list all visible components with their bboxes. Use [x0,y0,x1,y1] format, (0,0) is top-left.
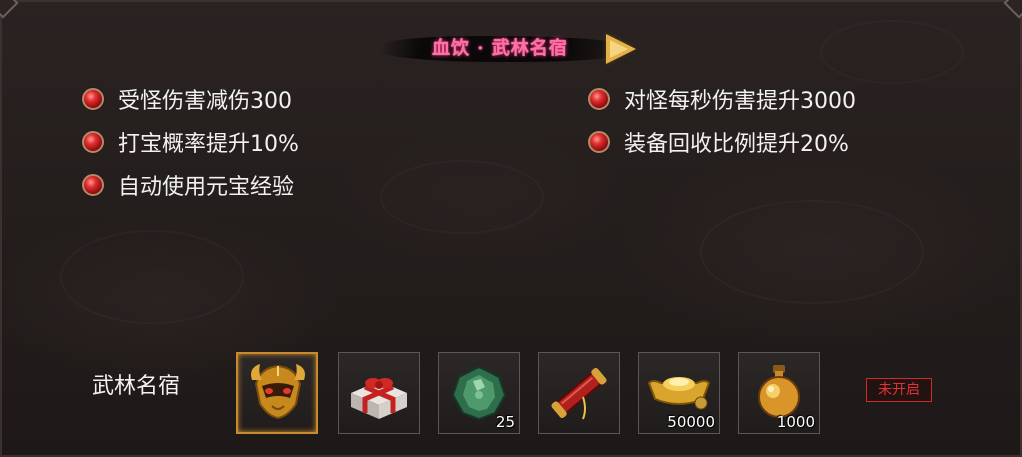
panel-title: 血饮 · 武林名宿 [432,38,568,59]
corner-ornament [1003,0,1022,19]
reward-slot[interactable]: 25 [438,352,520,434]
item-quantity: 25 [495,413,515,431]
red-orb-icon [588,88,610,110]
bonus-item: 打宝概率提升10% [82,127,299,157]
bonus-item: 对怪每秒伤害提升3000 [588,84,856,114]
background-swirl [380,160,544,234]
reward-slot[interactable]: 1000 [738,352,820,434]
background-swirl [820,20,964,84]
title-banner: 血饮 · 武林名宿 [370,22,670,76]
item-quantity: 50000 [667,413,715,431]
bonus-item: 自动使用元宝经验 [82,170,294,200]
arrow-highlight [610,40,628,58]
background-swirl [700,200,924,304]
reward-slot[interactable] [338,352,420,434]
status-badge: 未开启 [866,378,932,402]
bonus-label: 自动使用元宝经验 [118,175,295,200]
corner-ornament [0,0,19,19]
bonus-label: 装备回收比例提升20% [624,132,849,157]
bonus-label: 受怪伤害减伤300 [118,89,292,114]
red-orb-icon [82,88,104,110]
red-orb-icon [82,174,104,196]
background-swirl [60,230,244,324]
bonus-item: 装备回收比例提升20% [588,127,849,157]
bonus-label: 对怪每秒伤害提升3000 [624,89,856,114]
bonus-item: 受怪伤害减伤300 [82,84,292,114]
gift-box-icon [351,378,407,419]
item-quantity: 1000 [776,413,815,431]
reward-slot[interactable]: 50000 [638,352,720,434]
reward-panel: 血饮 · 武林名宿 受怪伤害减伤300 打宝概率提升10% 自动使用元宝经验 对… [0,0,1022,457]
reward-slot[interactable] [538,352,620,434]
reward-tier-label: 武林名宿 [92,374,181,399]
red-orb-icon [82,131,104,153]
reward-slot[interactable] [236,352,318,434]
golden-mask-icon [251,364,305,420]
red-scroll-icon [551,368,607,420]
bonus-label: 打宝概率提升10% [118,132,299,157]
red-orb-icon [588,131,610,153]
